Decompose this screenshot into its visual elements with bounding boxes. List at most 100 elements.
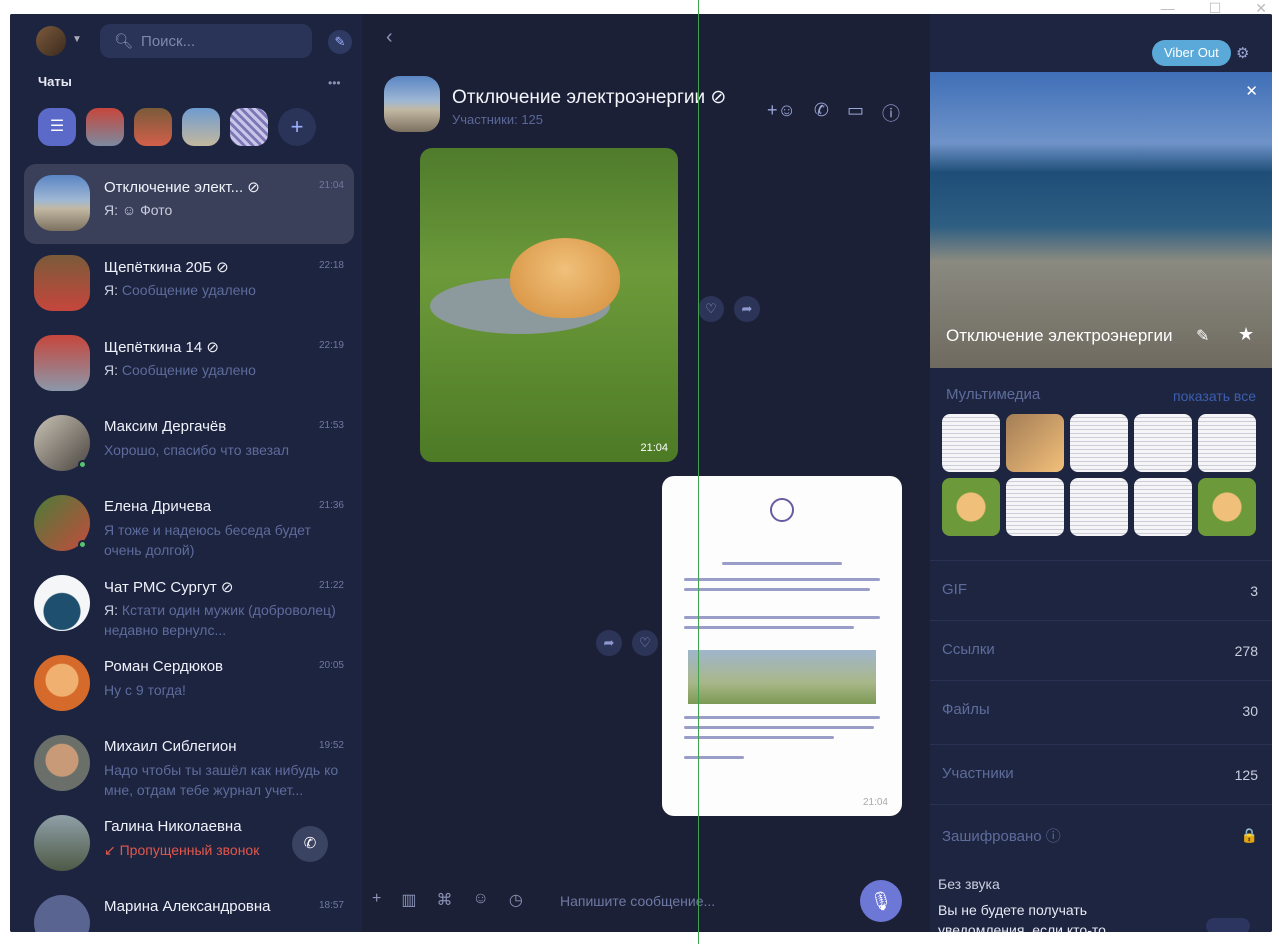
compose-icon[interactable]: ✎ — [328, 30, 352, 54]
add-folder-icon[interactable]: + — [278, 108, 316, 146]
more-options-icon[interactable]: ••• — [328, 76, 341, 90]
media-thumb[interactable] — [1198, 478, 1256, 536]
lock-icon: 🔒 — [1240, 827, 1258, 843]
all-chats-folder-icon[interactable]: ☰ — [38, 108, 76, 146]
doc-text-line — [684, 716, 880, 719]
doc-text-line — [684, 578, 880, 581]
phone-icon[interactable]: ✆ — [814, 100, 829, 126]
sender-label: Я: — [104, 282, 118, 298]
search-icon: 🔍︎ — [114, 33, 134, 50]
sticker-icon[interactable]: ☺ — [472, 890, 488, 910]
sidebar: ▼ 🔍︎ ✎ Чаты ••• ☰ + Отключение элект... … — [10, 14, 362, 932]
guide-line — [698, 0, 699, 944]
avatar — [34, 175, 90, 231]
avatar — [34, 575, 90, 631]
folder-avatar-2[interactable] — [134, 108, 172, 146]
group-cover-image: ✕ Отключение электроэнергии ✎ ★ — [930, 72, 1272, 368]
folder-avatar-4[interactable] — [230, 108, 268, 146]
avatar — [34, 815, 90, 871]
chat-item[interactable]: Чат РМС Сургут ⊘ 21:22 Я: Кстати один му… — [24, 564, 354, 644]
search-input[interactable] — [141, 32, 292, 50]
back-arrow-icon[interactable]: ‹ — [386, 26, 393, 49]
gear-icon[interactable]: ⚙ — [1236, 44, 1249, 62]
chat-time: 21:36 — [318, 500, 344, 511]
like-heart-icon[interactable]: ♡ — [632, 630, 658, 656]
gif-icon[interactable]: ⌘ — [436, 890, 452, 910]
preview-text: Я тоже и надеюсь беседа будет очень долг… — [104, 522, 311, 558]
video-call-icon[interactable]: ▭ — [847, 100, 864, 126]
my-avatar[interactable] — [36, 26, 66, 56]
preview-text: Сообщение удалено — [121, 282, 256, 298]
photo-message[interactable]: 21:04 — [420, 148, 678, 462]
share-icon[interactable]: ➦ — [734, 296, 760, 322]
encrypted-row[interactable]: Зашифровано ⓘ 🔒 — [930, 804, 1272, 864]
row-value: 30 — [1242, 703, 1258, 719]
doc-illustration — [688, 650, 876, 704]
media-thumb[interactable] — [1134, 478, 1192, 536]
chat-item[interactable]: Роман Сердюков 20:05 Ну с 9 тогда! — [24, 644, 354, 724]
search-box[interactable]: 🔍︎ — [100, 24, 312, 58]
chat-name: Елена Дричева — [104, 498, 212, 515]
folder-avatar-1[interactable] — [86, 108, 124, 146]
like-heart-icon[interactable]: ♡ — [698, 296, 724, 322]
chat-item[interactable]: Михаил Сиблегион 19:52 Надо чтобы ты заш… — [24, 724, 354, 804]
chevron-down-icon[interactable]: ▼ — [72, 34, 82, 45]
doc-text-line — [722, 562, 842, 565]
conversation-subtitle: Участники: 125 — [452, 112, 544, 127]
microphone-icon[interactable]: 🎙︎ — [860, 880, 902, 922]
timer-icon[interactable]: ◷ — [509, 890, 523, 910]
media-thumb[interactable] — [942, 478, 1000, 536]
close-icon[interactable]: ✕ — [1245, 82, 1258, 100]
sender-label: Я: — [104, 602, 118, 618]
media-thumb[interactable] — [1198, 414, 1256, 472]
participants-row[interactable]: Участники 125 — [930, 744, 1272, 804]
add-participant-icon[interactable]: +☺ — [767, 100, 796, 126]
message-time: 21:04 — [862, 797, 888, 808]
row-label: GIF — [942, 581, 967, 598]
chat-time: 22:18 — [318, 260, 344, 271]
row-label: Участники — [942, 765, 1014, 782]
edit-pencil-icon[interactable]: ✎ — [1196, 326, 1209, 346]
group-avatar[interactable] — [384, 76, 440, 132]
chat-time: 21:22 — [318, 580, 344, 591]
chat-item[interactable]: Отключение элект... ⊘ 21:04 Я: ☺ Фото — [24, 164, 354, 244]
chat-name: Отключение элект... ⊘ — [104, 179, 260, 196]
folder-avatar-3[interactable] — [182, 108, 220, 146]
show-all-link[interactable]: показать все — [1173, 388, 1256, 404]
media-grid — [942, 414, 1262, 536]
share-icon[interactable]: ➦ — [596, 630, 622, 656]
chat-list: Отключение элект... ⊘ 21:04 Я: ☺ Фото Ще… — [24, 164, 354, 932]
chat-item[interactable]: Щепёткина 20Б ⊘ 22:18 Я: Сообщение удале… — [24, 244, 354, 324]
chat-item[interactable]: Елена Дричева 21:36 Я тоже и надеюсь бес… — [24, 484, 354, 564]
media-thumb[interactable] — [1070, 478, 1128, 536]
plus-icon[interactable]: + — [372, 890, 381, 910]
viber-out-button[interactable]: Viber Out — [1152, 40, 1231, 66]
chat-item[interactable]: Максим Дергачёв 21:53 Хорошо, спасибо чт… — [24, 404, 354, 484]
gif-row[interactable]: GIF 3 — [930, 560, 1272, 620]
row-value: 278 — [1234, 643, 1258, 659]
message-input[interactable] — [560, 888, 850, 914]
preview-text: Сообщение удалено — [121, 362, 256, 378]
mute-toggle[interactable] — [1206, 918, 1250, 932]
chat-item[interactable]: Марина Александровна 18:57 — [24, 884, 354, 932]
call-back-phone-icon[interactable]: ✆ — [292, 826, 328, 862]
conversation-title[interactable]: Отключение электроэнергии ⊘ — [452, 86, 726, 109]
poll-icon[interactable]: ▥ — [401, 890, 416, 910]
media-thumb[interactable] — [1006, 414, 1064, 472]
chat-name: Максим Дергачёв — [104, 418, 227, 435]
preview-text: Хорошо, спасибо что звезал — [104, 442, 289, 458]
group-title: Отключение электроэнергии — [946, 326, 1173, 345]
avatar — [34, 655, 90, 711]
chat-item[interactable]: Щепёткина 14 ⊘ 22:19 Я: Сообщение удален… — [24, 324, 354, 404]
files-row[interactable]: Файлы 30 — [930, 680, 1272, 740]
chat-folders: ☰ + — [38, 108, 316, 146]
links-row[interactable]: Ссылки 278 — [930, 620, 1272, 680]
media-thumb[interactable] — [1006, 478, 1064, 536]
info-icon[interactable]: ⓘ — [882, 100, 900, 126]
media-thumb[interactable] — [942, 414, 1000, 472]
chat-time: 21:04 — [318, 180, 344, 191]
star-icon[interactable]: ★ — [1238, 324, 1254, 345]
media-thumb[interactable] — [1134, 414, 1192, 472]
preview-text: Надо чтобы ты зашёл как нибудь ко мне, о… — [104, 762, 339, 798]
media-thumb[interactable] — [1070, 414, 1128, 472]
